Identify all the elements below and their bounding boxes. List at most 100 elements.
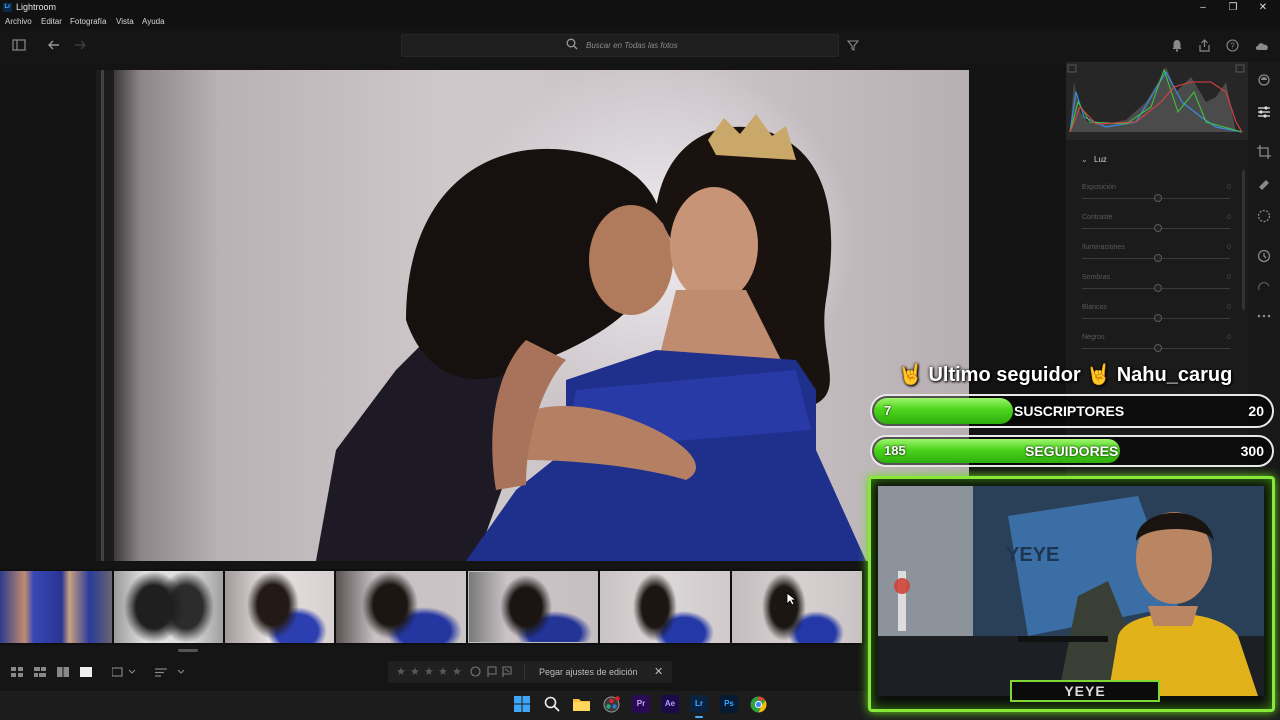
show-hide-icon[interactable] <box>112 667 138 678</box>
slider-knob[interactable] <box>1154 224 1162 232</box>
film-thumb[interactable] <box>0 571 112 643</box>
reject-icon[interactable] <box>470 666 481 677</box>
close-button[interactable]: ✕ <box>1248 0 1278 15</box>
lightroom-logo-icon: Lr <box>3 3 12 12</box>
film-thumb-selected[interactable] <box>468 571 598 643</box>
slider-label: Blancos <box>1082 304 1107 311</box>
menu-archivo[interactable]: Archivo <box>5 17 32 26</box>
rating-bar: ★ ★ ★ ★ ★ Pegar ajustes de edición ✕ <box>388 661 672 683</box>
history-icon[interactable] <box>1256 248 1272 264</box>
slider-value[interactable]: 0 <box>1227 214 1231 221</box>
compare-view-icon[interactable] <box>57 667 70 678</box>
slider-knob[interactable] <box>1154 284 1162 292</box>
svg-text:?: ? <box>1230 42 1235 51</box>
panel-toggle-icon[interactable] <box>12 39 26 51</box>
filter-icon[interactable] <box>847 40 859 51</box>
slider-label: Contraste <box>1082 214 1113 221</box>
rock-hand-icon: 🤘 <box>898 364 923 386</box>
healing-icon[interactable] <box>1256 176 1272 192</box>
followers-goal: 300 <box>1240 443 1264 459</box>
filmstrip-scrollbar[interactable] <box>178 649 198 652</box>
slider-label: Iluminaciones <box>1082 244 1125 251</box>
main-photo[interactable] <box>96 70 969 561</box>
maximize-button[interactable]: ❐ <box>1218 0 1248 15</box>
search-icon <box>566 38 578 50</box>
sort-icon[interactable] <box>155 667 185 678</box>
share-icon[interactable] <box>1198 39 1211 52</box>
rock-hand-icon: 🤘 <box>1086 364 1112 386</box>
search-icon[interactable] <box>544 696 560 712</box>
menu-fotografia[interactable]: Fotografía <box>70 17 106 26</box>
chrome-icon[interactable] <box>750 696 767 713</box>
film-thumb[interactable] <box>225 571 334 643</box>
wall-logo-text: YEYE <box>1006 544 1059 566</box>
mouse-cursor-icon <box>786 592 796 606</box>
star-icon[interactable]: ★ <box>424 665 434 678</box>
slider-value[interactable]: 0 <box>1227 244 1231 251</box>
flag-pick-icon[interactable] <box>487 666 498 677</box>
bell-icon[interactable] <box>1171 39 1183 52</box>
minimize-button[interactable]: – <box>1188 0 1218 15</box>
film-thumb[interactable] <box>114 571 223 643</box>
title-bar: Lr Lightroom – ❐ ✕ <box>0 0 1280 15</box>
windows-start-icon[interactable] <box>514 696 530 712</box>
slider-knob[interactable] <box>1154 254 1162 262</box>
presets-icon[interactable] <box>1256 72 1272 88</box>
menu-bar: Archivo Editar Fotografía Vista Ayuda <box>0 15 1280 29</box>
menu-editar[interactable]: Editar <box>41 17 62 26</box>
star-icon[interactable]: ★ <box>396 665 406 678</box>
davinci-resolve-icon[interactable] <box>603 696 620 713</box>
star-icon[interactable]: ★ <box>438 665 448 678</box>
paste-edits-button[interactable]: Pegar ajustes de edición <box>539 667 638 677</box>
edit-sliders-icon[interactable] <box>1256 104 1272 120</box>
help-icon[interactable]: ? <box>1226 39 1239 52</box>
masking-icon[interactable] <box>1256 208 1272 224</box>
film-thumb[interactable] <box>732 571 862 643</box>
slider-label: Negros <box>1082 334 1105 341</box>
slider-value[interactable]: 0 <box>1227 304 1231 311</box>
slider-label: Sombras <box>1082 274 1111 281</box>
divider <box>524 664 525 680</box>
search-placeholder: Buscar en Todas las fotos <box>586 41 678 50</box>
file-explorer-icon[interactable] <box>573 697 590 711</box>
webcam-nameplate: YEYE <box>1010 680 1160 702</box>
lightroom-icon[interactable]: Lr <box>690 695 708 713</box>
filmstrip <box>0 569 868 645</box>
versions-icon[interactable] <box>1256 280 1272 296</box>
photoshop-icon[interactable]: Ps <box>720 695 738 713</box>
forward-arrow-icon[interactable] <box>73 39 87 51</box>
subscribers-current: 7 <box>884 403 892 418</box>
cloud-sync-icon[interactable] <box>1254 40 1272 52</box>
slider-value[interactable]: 0 <box>1227 184 1231 191</box>
close-icon[interactable]: ✕ <box>654 665 663 678</box>
film-thumb[interactable] <box>600 571 730 643</box>
film-thumb[interactable] <box>336 571 466 643</box>
window-title: Lightroom <box>16 2 57 12</box>
slider-knob[interactable] <box>1154 194 1162 202</box>
photo-grid-icon[interactable] <box>34 667 47 678</box>
menu-ayuda[interactable]: Ayuda <box>142 17 165 26</box>
square-grid-icon[interactable] <box>11 667 24 678</box>
premiere-icon[interactable]: Pr <box>632 695 650 713</box>
follower-name: Nahu_carug <box>1116 364 1233 386</box>
followers-label: SEGUIDORES <box>1025 443 1119 459</box>
slider-label: Exposición <box>1082 184 1116 191</box>
panel-scrollbar[interactable] <box>1242 170 1245 310</box>
detail-view-icon[interactable] <box>80 667 93 678</box>
subscribers-progress-fill <box>874 398 1013 424</box>
more-icon[interactable] <box>1256 308 1272 324</box>
follower-prefix: Ultimo seguidor <box>928 364 1081 386</box>
star-icon[interactable]: ★ <box>410 665 420 678</box>
slider-value[interactable]: 0 <box>1227 334 1231 341</box>
search-bar[interactable]: Buscar en Todas las fotos <box>401 34 839 57</box>
subscribers-label: SUSCRIPTORES <box>1014 403 1125 419</box>
flag-reject-icon[interactable] <box>502 666 513 677</box>
star-icon[interactable]: ★ <box>452 665 462 678</box>
crop-icon[interactable] <box>1256 144 1272 160</box>
slider-knob[interactable] <box>1154 314 1162 322</box>
back-arrow-icon[interactable] <box>47 39 61 51</box>
slider-value[interactable]: 0 <box>1227 274 1231 281</box>
menu-vista[interactable]: Vista <box>116 17 134 26</box>
slider-knob[interactable] <box>1154 344 1162 352</box>
after-effects-icon[interactable]: Ae <box>661 695 679 713</box>
